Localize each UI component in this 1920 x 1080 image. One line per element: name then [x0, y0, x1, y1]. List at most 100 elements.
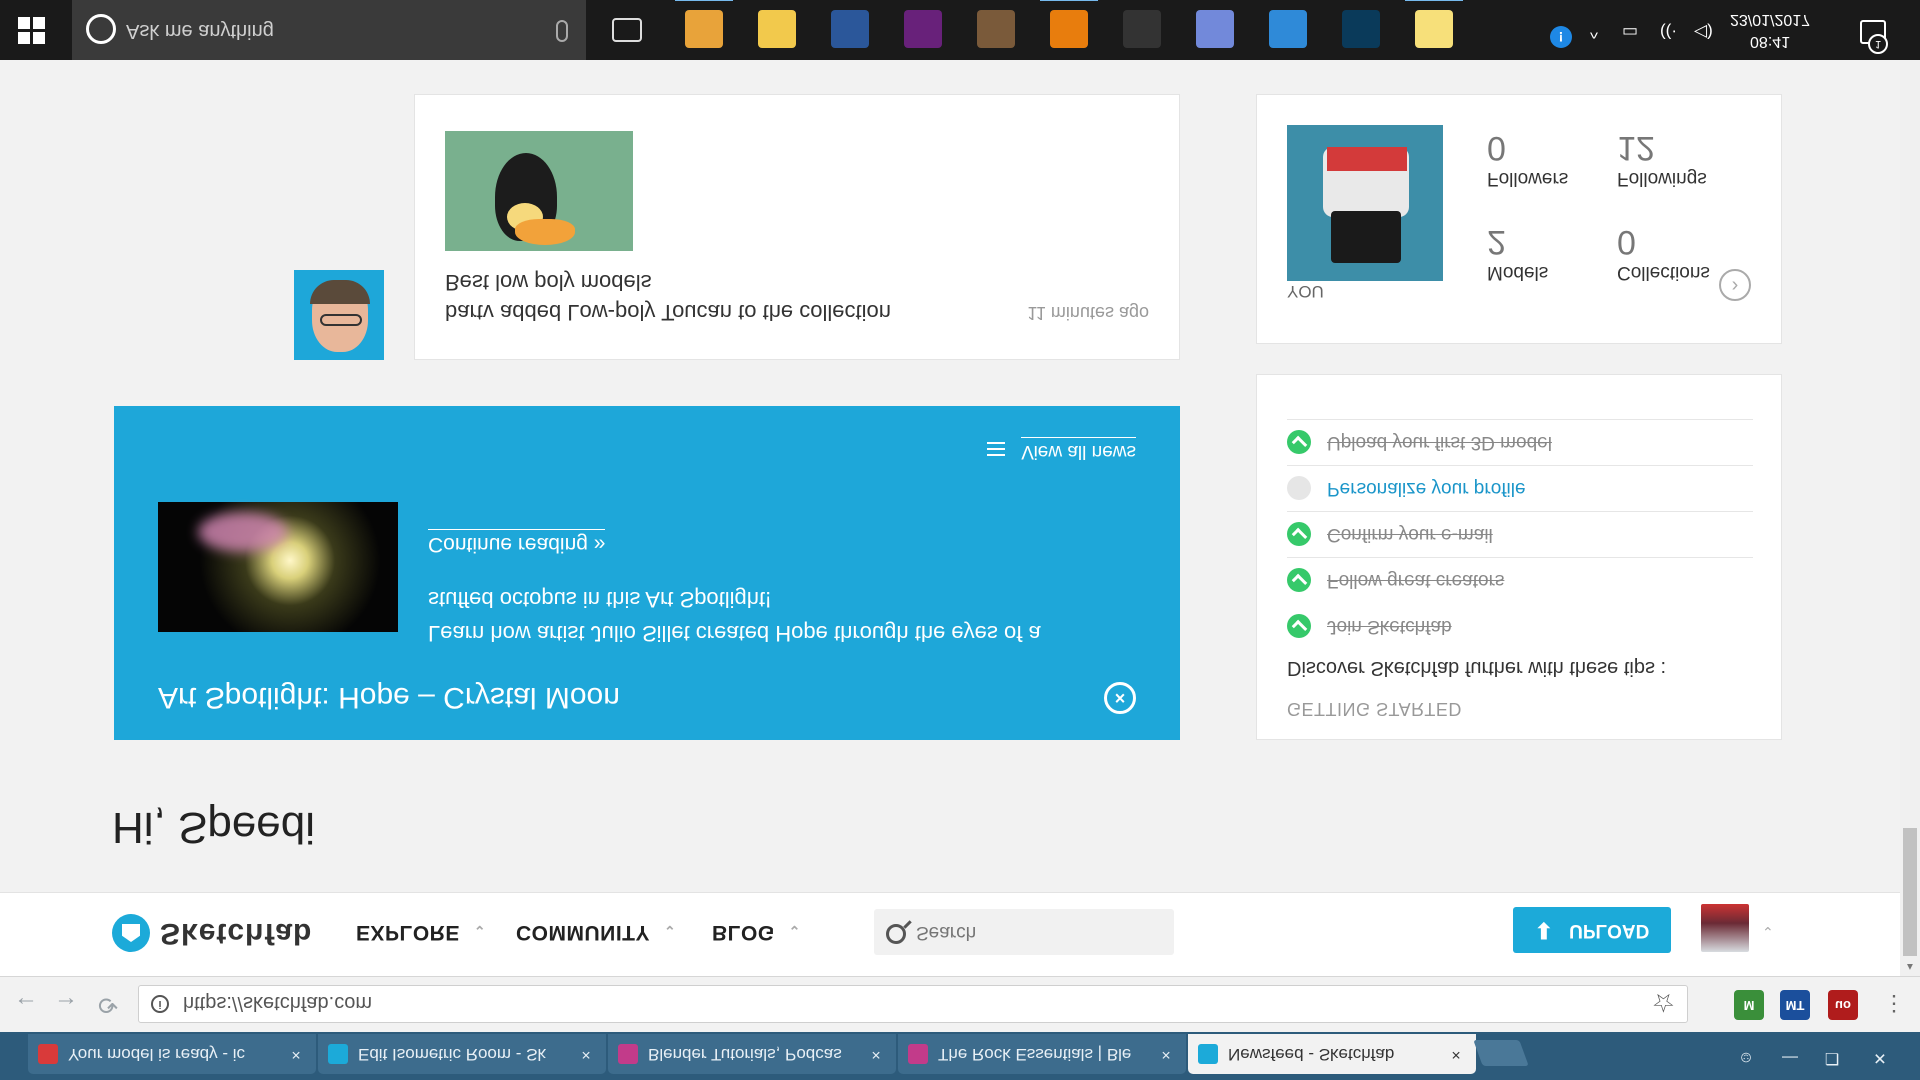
list-item[interactable]: Upload your first 3D model: [1287, 419, 1753, 465]
scrollbar-thumb[interactable]: [1903, 828, 1917, 956]
site-info-icon[interactable]: i: [151, 995, 169, 1013]
tab-blender-tutorials[interactable]: Blender Tutorials, Podcas ×: [608, 1034, 896, 1074]
address-bar-row: ← → ⟳ i https://sketchfab.com ☆ M MT uo …: [0, 976, 1920, 1032]
profile-summary: YOU › Models 2 Collections 0 Followers 0…: [1256, 94, 1782, 344]
activity-card: bartv added Low-poly Toucan to the colle…: [414, 94, 1180, 360]
continue-reading-link[interactable]: Continue reading »: [428, 529, 606, 556]
checklist-label: Personalize your profile: [1327, 478, 1526, 500]
checklist-label: Join Sketchfab: [1327, 616, 1452, 637]
wifi-icon[interactable]: ((·: [1660, 22, 1677, 42]
sketchfab-logo[interactable]: Sketchfab: [112, 914, 312, 952]
models-stat[interactable]: Models 2: [1487, 222, 1548, 291]
blender-icon[interactable]: [1050, 10, 1088, 48]
task-view-icon[interactable]: [612, 18, 642, 42]
reload-button[interactable]: ⟳: [94, 990, 122, 1018]
news-body: Learn how artist Julio Sillet created Ho…: [428, 587, 1041, 646]
omnibox[interactable]: i https://sketchfab.com ☆: [138, 985, 1688, 1023]
microphone-icon[interactable]: [556, 20, 568, 42]
profile-picture[interactable]: [1287, 125, 1443, 281]
network-warning-icon[interactable]: !: [1536, 12, 1572, 48]
list-item[interactable]: Confirm your e-mail: [1287, 511, 1753, 557]
extension-translate-icon[interactable]: MT: [1780, 990, 1810, 1020]
photoshop-icon[interactable]: [1342, 10, 1380, 48]
close-icon[interactable]: ×: [1104, 682, 1136, 714]
url-text[interactable]: https://sketchfab.com: [183, 991, 372, 1014]
tab-close-icon[interactable]: ×: [1156, 1045, 1176, 1063]
toucan-beak: [515, 219, 575, 245]
avatar-glasses: [320, 314, 362, 326]
browser-menu-icon[interactable]: ⋮: [1880, 990, 1908, 1018]
news-title[interactable]: Art Spotlight: Hope – Crystal Moon: [158, 680, 620, 714]
checklist-label: Confirm your e-mail: [1327, 524, 1493, 546]
list-icon: [987, 442, 1006, 457]
model-thumbnail[interactable]: [445, 131, 633, 251]
tab-title: Your model is ready - ic: [68, 1045, 246, 1064]
discord-icon[interactable]: [1196, 10, 1234, 48]
minimize-button[interactable]: —: [1772, 1044, 1808, 1070]
remote-desktop-icon[interactable]: [1269, 10, 1307, 48]
tab-close-icon[interactable]: ×: [1446, 1045, 1466, 1063]
collection-link[interactable]: Best low poly models: [445, 269, 652, 295]
tab-close-icon[interactable]: ×: [286, 1045, 306, 1063]
nav-community[interactable]: COMMUNITY ⌄: [516, 920, 676, 944]
page-scrollbar[interactable]: ▲ ▼: [1900, 0, 1920, 976]
followers-stat[interactable]: Followers 0: [1487, 128, 1568, 197]
chevron-down-icon: ⌄: [664, 923, 677, 939]
nav-label: COMMUNITY: [516, 921, 650, 944]
view-all-news-link[interactable]: View all news: [987, 437, 1136, 462]
tab-newsfeed-sketchfab[interactable]: Newsfeed - Sketchfab ×: [1188, 1034, 1476, 1074]
list-item[interactable]: Join Sketchfab: [1287, 603, 1753, 649]
windows-start-icon[interactable]: [18, 16, 46, 44]
list-item[interactable]: Personalize your profile: [1287, 465, 1753, 511]
unity-icon[interactable]: [1123, 10, 1161, 48]
followings-stat[interactable]: Followings 12: [1617, 128, 1707, 197]
activity-user-avatar[interactable]: [294, 270, 384, 360]
back-button[interactable]: ←: [12, 990, 40, 1018]
stat-label: Models: [1487, 262, 1549, 283]
cortana-search-box[interactable]: Ask me anything: [72, 0, 586, 60]
file-explorer-icon[interactable]: [758, 10, 796, 48]
tab-rock-essentials[interactable]: The Rock Essentials | Ble ×: [898, 1034, 1186, 1074]
tab-your-model-is-ready[interactable]: Your model is ready - ic ×: [28, 1034, 316, 1074]
profile-switch-icon[interactable]: ☺: [1728, 1044, 1764, 1070]
news-thumbnail[interactable]: [158, 502, 398, 632]
search-input[interactable]: [916, 909, 1166, 955]
gimp-icon[interactable]: [977, 10, 1015, 48]
word-icon[interactable]: [831, 10, 869, 48]
tab-close-icon[interactable]: ×: [866, 1045, 886, 1063]
cortana-placeholder: Ask me anything: [126, 20, 274, 42]
restore-button[interactable]: ❐: [1814, 1044, 1850, 1070]
show-hidden-icons-icon[interactable]: ^: [1590, 22, 1598, 42]
forward-button[interactable]: →: [52, 990, 80, 1018]
new-tab-button[interactable]: [1473, 1040, 1529, 1066]
stat-value: 0: [1487, 129, 1506, 167]
upload-button[interactable]: ⬇ UPLOAD: [1513, 907, 1671, 953]
activity-text[interactable]: bartv added Low-poly Toucan to the colle…: [445, 299, 891, 325]
collections-stat[interactable]: Collections 0: [1617, 222, 1710, 291]
blenderguru-favicon-icon: [618, 1044, 638, 1064]
nav-explore[interactable]: EXPLORE ⌄: [356, 920, 486, 944]
volume-icon[interactable]: ◁): [1694, 22, 1713, 42]
tab-close-icon[interactable]: ×: [576, 1045, 596, 1063]
user-avatar[interactable]: [1701, 904, 1749, 952]
close-window-button[interactable]: ✕: [1862, 1044, 1898, 1070]
visual-studio-icon[interactable]: [904, 10, 942, 48]
bookmark-star-icon[interactable]: ☆: [1652, 987, 1675, 1018]
tab-edit-isometric-room[interactable]: Edit Isometric Room - Sk ×: [318, 1034, 606, 1074]
extension-ublock-icon[interactable]: uo: [1828, 990, 1858, 1020]
clock-date: 23/01/2017: [1730, 11, 1811, 28]
sticky-notes-icon[interactable]: [1415, 10, 1453, 48]
chevron-right-icon[interactable]: ›: [1719, 269, 1751, 301]
battery-icon[interactable]: ▭: [1622, 22, 1638, 42]
list-item[interactable]: Follow great creators: [1287, 557, 1753, 603]
taskbar-clock[interactable]: 08:41 23/01/2017: [1730, 8, 1810, 52]
stat-label: Collections: [1617, 262, 1710, 283]
you-label: YOU: [1287, 282, 1324, 301]
scroll-up-arrow-icon[interactable]: ▲: [1905, 961, 1915, 972]
nav-blog[interactable]: BLOG ⌄: [712, 920, 801, 944]
user-menu-chevron-icon[interactable]: ⌄: [1762, 923, 1774, 940]
extension-green-icon[interactable]: M: [1734, 990, 1764, 1020]
chrome-icon[interactable]: [685, 10, 723, 48]
action-center-icon[interactable]: 1: [1860, 20, 1888, 54]
site-search[interactable]: [874, 909, 1174, 955]
